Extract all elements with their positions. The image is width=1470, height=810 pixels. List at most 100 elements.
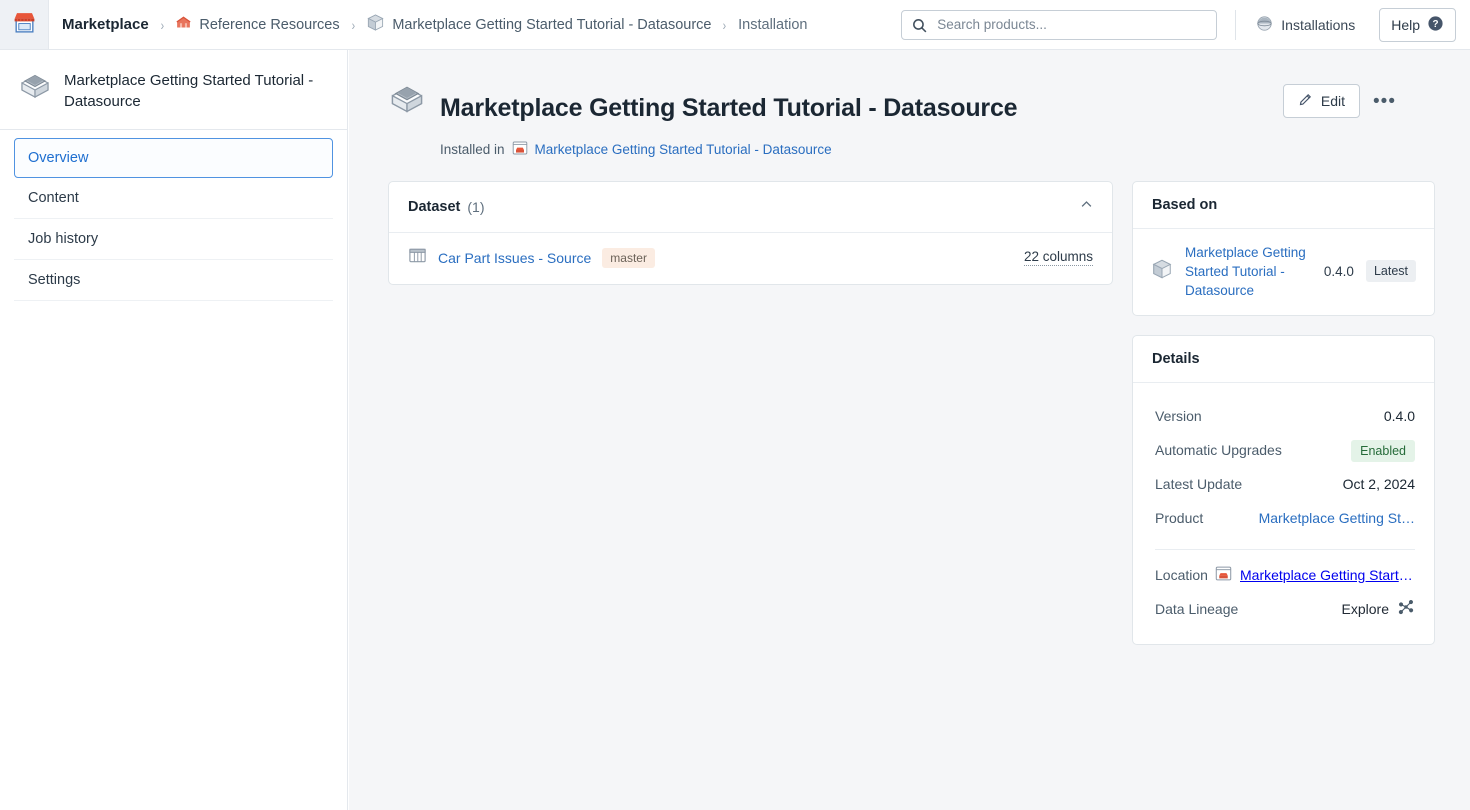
- sidebar-header-title: Marketplace Getting Started Tutorial - D…: [64, 72, 314, 110]
- breadcrumb-separator: ›: [351, 16, 355, 33]
- lineage-graph-icon: [1397, 598, 1415, 619]
- details-label: Latest Update: [1155, 475, 1243, 492]
- explore-label: Explore: [1341, 600, 1389, 617]
- details-value: 0.4.0: [1383, 407, 1415, 424]
- details-card-header: Details: [1133, 336, 1434, 383]
- based-on-version: 0.4.0: [1323, 263, 1354, 279]
- page-header: Marketplace Getting Started Tutorial - D…: [349, 50, 1470, 159]
- details-label: Version: [1155, 407, 1202, 424]
- latest-badge: Latest: [1365, 260, 1416, 282]
- details-row-version: Version 0.4.0: [1155, 399, 1415, 433]
- installations-label: Installations: [1281, 16, 1356, 33]
- sidebar-item-label: Job history: [28, 231, 99, 247]
- page-header-text: Marketplace Getting Started Tutorial - D…: [440, 76, 1018, 159]
- breadcrumb-item-reference-resources[interactable]: Reference Resources: [173, 11, 341, 38]
- sidebar-item-content[interactable]: Content: [14, 178, 333, 219]
- breadcrumb: Marketplace › Reference Resources › Mark…: [49, 10, 809, 39]
- sidebar-item-label: Content: [28, 190, 79, 206]
- based-on-card-title: Based on: [1152, 196, 1218, 213]
- breadcrumb-separator: ›: [723, 16, 727, 33]
- sidebar-item-label: Settings: [28, 272, 81, 288]
- details-row-product: Product Marketplace Getting St…: [1155, 501, 1415, 535]
- breadcrumb-label: Marketplace: [62, 16, 149, 33]
- datasource-box-icon: [18, 68, 52, 107]
- details-card-body: Version 0.4.0 Automatic Upgrades Enabled…: [1133, 383, 1434, 644]
- search-input[interactable]: [935, 16, 1217, 33]
- automatic-upgrades-badge: Enabled: [1351, 439, 1415, 462]
- details-label: Automatic Upgrades: [1155, 441, 1282, 458]
- details-label: Product: [1155, 509, 1204, 526]
- breadcrumb-label: Installation: [738, 16, 808, 33]
- svg-text:?: ?: [1432, 19, 1438, 30]
- breadcrumb-item-marketplace[interactable]: Marketplace: [60, 13, 151, 36]
- more-options-button[interactable]: •••: [1367, 90, 1402, 113]
- edit-button[interactable]: Edit: [1282, 84, 1361, 118]
- sidebar-nav: Overview Content Job history Settings: [0, 130, 347, 301]
- branch-badge: master: [602, 247, 655, 268]
- dataset-card-header[interactable]: Dataset (1): [389, 182, 1112, 233]
- package-cube-icon: [1151, 258, 1173, 285]
- main-content: Marketplace Getting Started Tutorial - D…: [349, 50, 1470, 810]
- based-on-row: Marketplace Getting Started Tutorial - D…: [1133, 229, 1434, 315]
- top-bar-actions: Installations Help ?: [901, 7, 1470, 42]
- question-circle-icon: ?: [1427, 15, 1444, 35]
- dataset-link[interactable]: Car Part Issues - Source: [438, 250, 591, 266]
- dataset-card-count: (1): [467, 198, 485, 215]
- breadcrumb-item-product[interactable]: Marketplace Getting Started Tutorial - D…: [364, 10, 713, 39]
- dataset-column-count[interactable]: 22 columns: [1023, 249, 1093, 266]
- help-button[interactable]: Help ?: [1379, 7, 1456, 42]
- barn-icon: [175, 14, 192, 35]
- sidebar-item-job-history[interactable]: Job history: [14, 219, 333, 260]
- datasource-disc-icon: [1256, 15, 1273, 35]
- details-row-data-lineage: Data Lineage Explore: [1155, 592, 1415, 626]
- location-link[interactable]: Marketplace Getting Started…: [1240, 567, 1415, 583]
- breadcrumb-label: Marketplace Getting Started Tutorial - D…: [392, 16, 712, 33]
- left-column: Dataset (1) Car Part Issues - Source mas…: [388, 180, 1113, 285]
- package-cube-icon: [366, 13, 385, 36]
- installed-in-label: Installed in: [440, 141, 505, 157]
- marketplace-storefront-icon: [12, 10, 37, 40]
- details-card: Details Version 0.4.0 Automatic Upgrades…: [1132, 334, 1435, 645]
- installed-in-link[interactable]: Marketplace Getting Started Tutorial - D…: [535, 142, 832, 157]
- details-row-location: Location Marketplace Getting Started…: [1155, 558, 1415, 592]
- installed-in-row: Installed in Marketplace Getting Started…: [440, 140, 1017, 159]
- toolbar-divider: [1235, 9, 1237, 40]
- page-header-actions: Edit •••: [1282, 76, 1402, 118]
- marketplace-window-icon: [512, 140, 528, 159]
- marketplace-logo[interactable]: [0, 0, 49, 49]
- breadcrumb-label: Reference Resources: [199, 16, 340, 33]
- based-on-card: Based on Marketplace Getting Started Tut…: [1132, 180, 1435, 316]
- marketplace-window-icon: [1215, 565, 1232, 585]
- table-icon: [408, 246, 427, 270]
- explore-lineage-button[interactable]: Explore: [1342, 598, 1415, 619]
- details-label: Data Lineage: [1155, 600, 1239, 617]
- chevron-up-icon[interactable]: [1079, 197, 1094, 217]
- edit-label: Edit: [1320, 93, 1346, 109]
- dataset-row: Car Part Issues - Source master 22 colum…: [389, 233, 1112, 284]
- page-title: Marketplace Getting Started Tutorial - D…: [440, 93, 1018, 122]
- details-row-automatic-upgrades: Automatic Upgrades Enabled: [1155, 433, 1415, 467]
- sidebar-item-settings[interactable]: Settings: [14, 260, 333, 301]
- based-on-card-header: Based on: [1133, 182, 1434, 229]
- content-columns: Dataset (1) Car Part Issues - Source mas…: [349, 159, 1470, 645]
- dataset-card-title: Dataset: [408, 198, 461, 215]
- search-box[interactable]: [901, 9, 1218, 40]
- details-label: Location: [1155, 566, 1208, 583]
- pencil-icon: [1298, 92, 1313, 110]
- product-link[interactable]: Marketplace Getting St…: [1259, 510, 1415, 526]
- datasource-box-icon: [388, 79, 426, 122]
- dataset-card: Dataset (1) Car Part Issues - Source mas…: [388, 180, 1113, 285]
- top-bar: Marketplace › Reference Resources › Mark…: [0, 0, 1470, 50]
- installations-button[interactable]: Installations: [1252, 10, 1359, 40]
- details-row-latest-update: Latest Update Oct 2, 2024: [1155, 467, 1415, 501]
- right-column: Based on Marketplace Getting Started Tut…: [1132, 180, 1435, 645]
- based-on-link[interactable]: Marketplace Getting Started Tutorial - D…: [1185, 243, 1307, 300]
- sidebar-header: Marketplace Getting Started Tutorial - D…: [0, 50, 347, 130]
- details-divider: [1155, 548, 1415, 550]
- details-value: Oct 2, 2024: [1342, 475, 1415, 492]
- help-label: Help: [1391, 16, 1420, 33]
- sidebar-item-overview[interactable]: Overview: [14, 138, 333, 178]
- sidebar: Marketplace Getting Started Tutorial - D…: [0, 50, 348, 810]
- breadcrumb-separator: ›: [160, 16, 164, 33]
- breadcrumb-item-installation[interactable]: Installation: [736, 14, 809, 36]
